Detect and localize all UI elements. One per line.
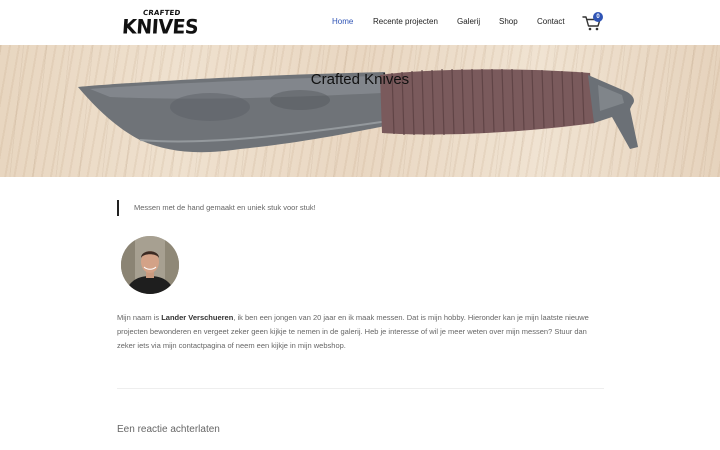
knife-image bbox=[78, 68, 638, 153]
intro-text: Mijn naam is Lander Verschueren, ik ben … bbox=[117, 311, 607, 353]
hero-banner: Crafted Knives bbox=[0, 45, 720, 177]
site-header: CRAFTED KNIVES Home Recente projecten Ga… bbox=[0, 0, 720, 45]
section-divider bbox=[117, 388, 604, 389]
hero-title: Crafted Knives bbox=[310, 71, 410, 88]
author-name: Lander Verschueren bbox=[161, 313, 234, 322]
nav-galerij[interactable]: Galerij bbox=[457, 17, 480, 26]
tagline-quote: Messen met de hand gemaakt en uniek stuk… bbox=[117, 200, 316, 216]
intro-prefix: Mijn naam is bbox=[117, 313, 162, 322]
nav-home[interactable]: Home bbox=[332, 17, 353, 26]
main-nav: Home Recente projecten Galerij Shop Cont… bbox=[0, 17, 720, 29]
author-avatar bbox=[121, 236, 179, 294]
nav-shop[interactable]: Shop bbox=[499, 17, 518, 26]
nav-contact[interactable]: Contact bbox=[537, 17, 565, 26]
nav-recente-projecten[interactable]: Recente projecten bbox=[373, 17, 438, 26]
cart-count-badge: 0 bbox=[593, 12, 603, 22]
reply-section-title: Een reactie achterlaten bbox=[117, 424, 220, 435]
